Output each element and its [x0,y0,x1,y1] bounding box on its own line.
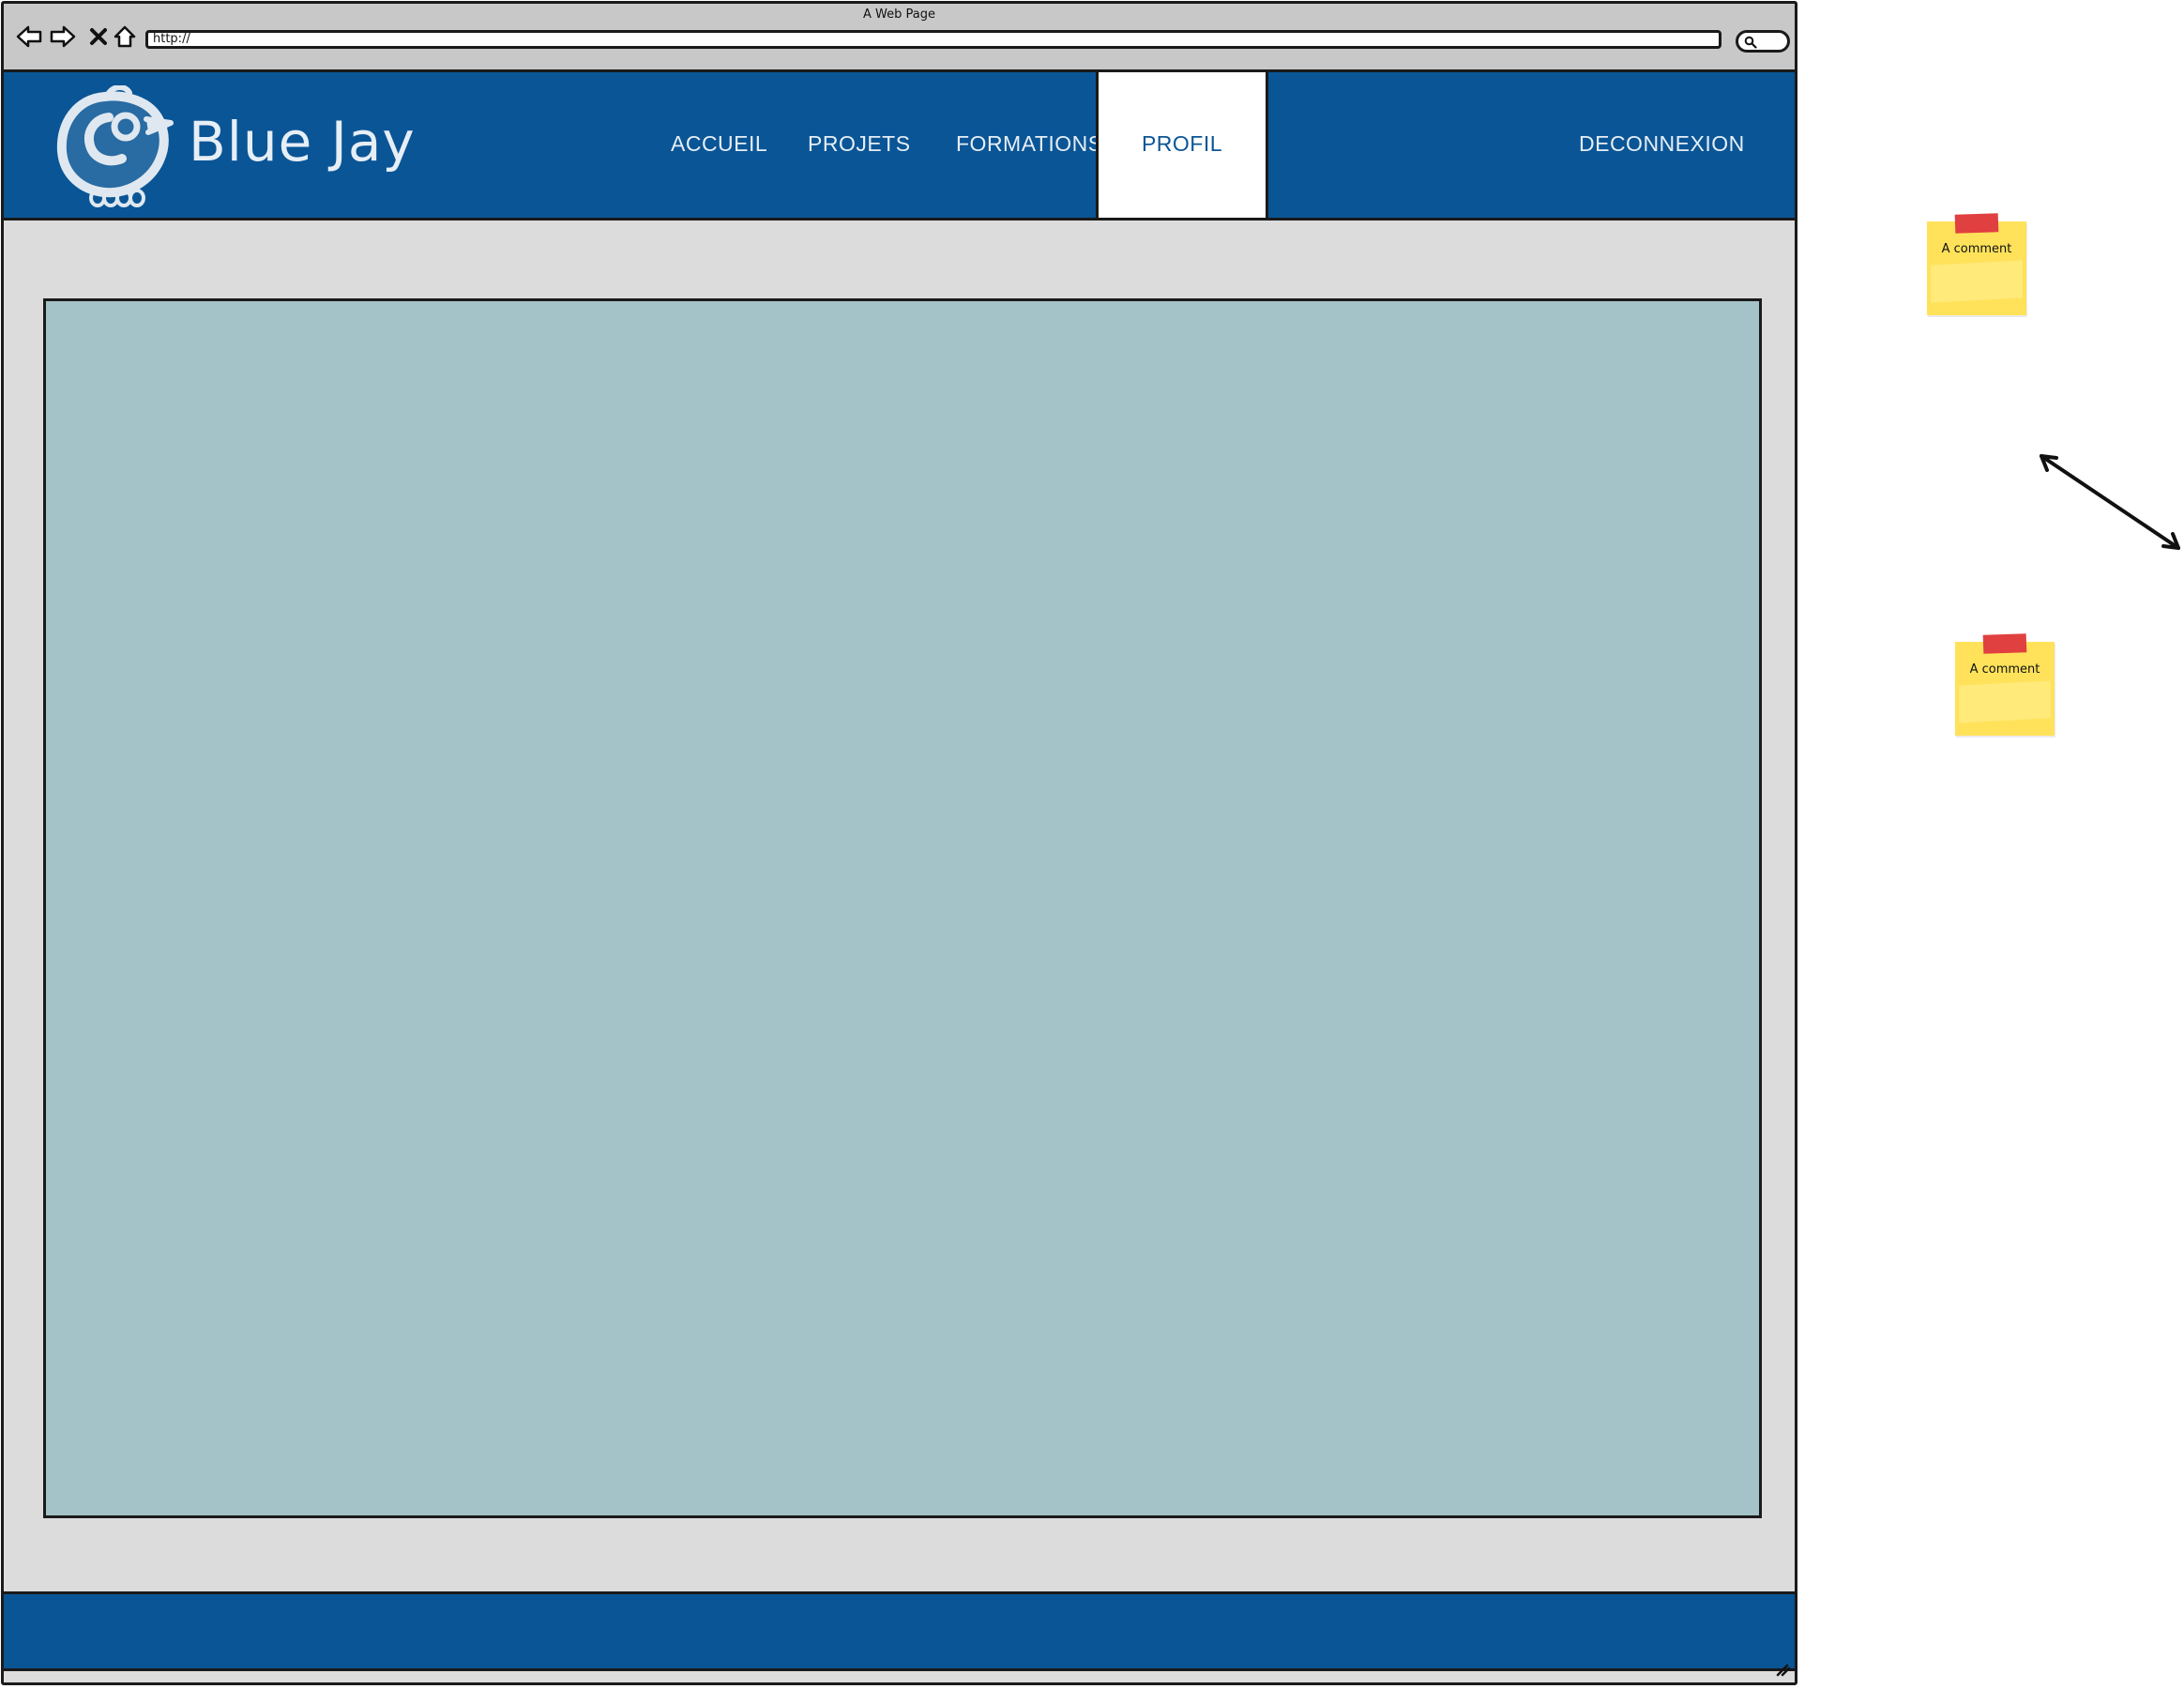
sticky-tape [1982,633,2027,654]
search-icon [1744,36,1757,49]
nav-formations[interactable]: FORMATIONS [956,131,1103,157]
site-header: Blue Jay ACCUEIL PROJETS FORMATIONS PROF… [4,72,1795,221]
sticky-note-paper [1927,221,2026,315]
brand-name: Blue Jay [189,110,416,174]
sticky-tape [1954,213,1999,234]
double-headed-arrow-icon[interactable] [2036,450,2184,557]
sticky-note-text: A comment [1969,662,2040,677]
sticky-note-paper [1955,642,2055,736]
nav-accueil[interactable]: ACCUEIL [671,131,767,157]
nav-profil-active-tab[interactable]: PROFIL [1096,72,1268,218]
window-title: A Web Page [863,8,935,22]
content-panel [43,298,1762,1518]
home-icon[interactable] [111,23,139,51]
sticky-note-text: A comment [1941,242,2012,256]
browser-chrome: A Web Page http:// [4,4,1795,72]
search-button[interactable] [1736,30,1790,53]
nav-profil: PROFIL [1141,131,1223,156]
sticky-note[interactable]: A comment [1955,633,2055,736]
forward-arrow-icon[interactable] [49,23,77,51]
back-arrow-icon[interactable] [15,23,43,51]
url-input[interactable]: http:// [145,30,1721,49]
browser-window: A Web Page http:// Blue Jay ACCUEIL PROJ… [1,1,1797,1685]
sticky-note[interactable]: A comment [1927,213,2026,315]
nav-projets[interactable]: PROJETS [808,131,911,157]
nav-deconnexion[interactable]: DECONNEXION [1579,131,1745,157]
blue-jay-logo-icon[interactable] [51,84,182,211]
site-footer [4,1591,1795,1671]
stop-x-icon[interactable] [84,23,113,51]
resize-grip-icon[interactable] [1774,1662,1791,1681]
